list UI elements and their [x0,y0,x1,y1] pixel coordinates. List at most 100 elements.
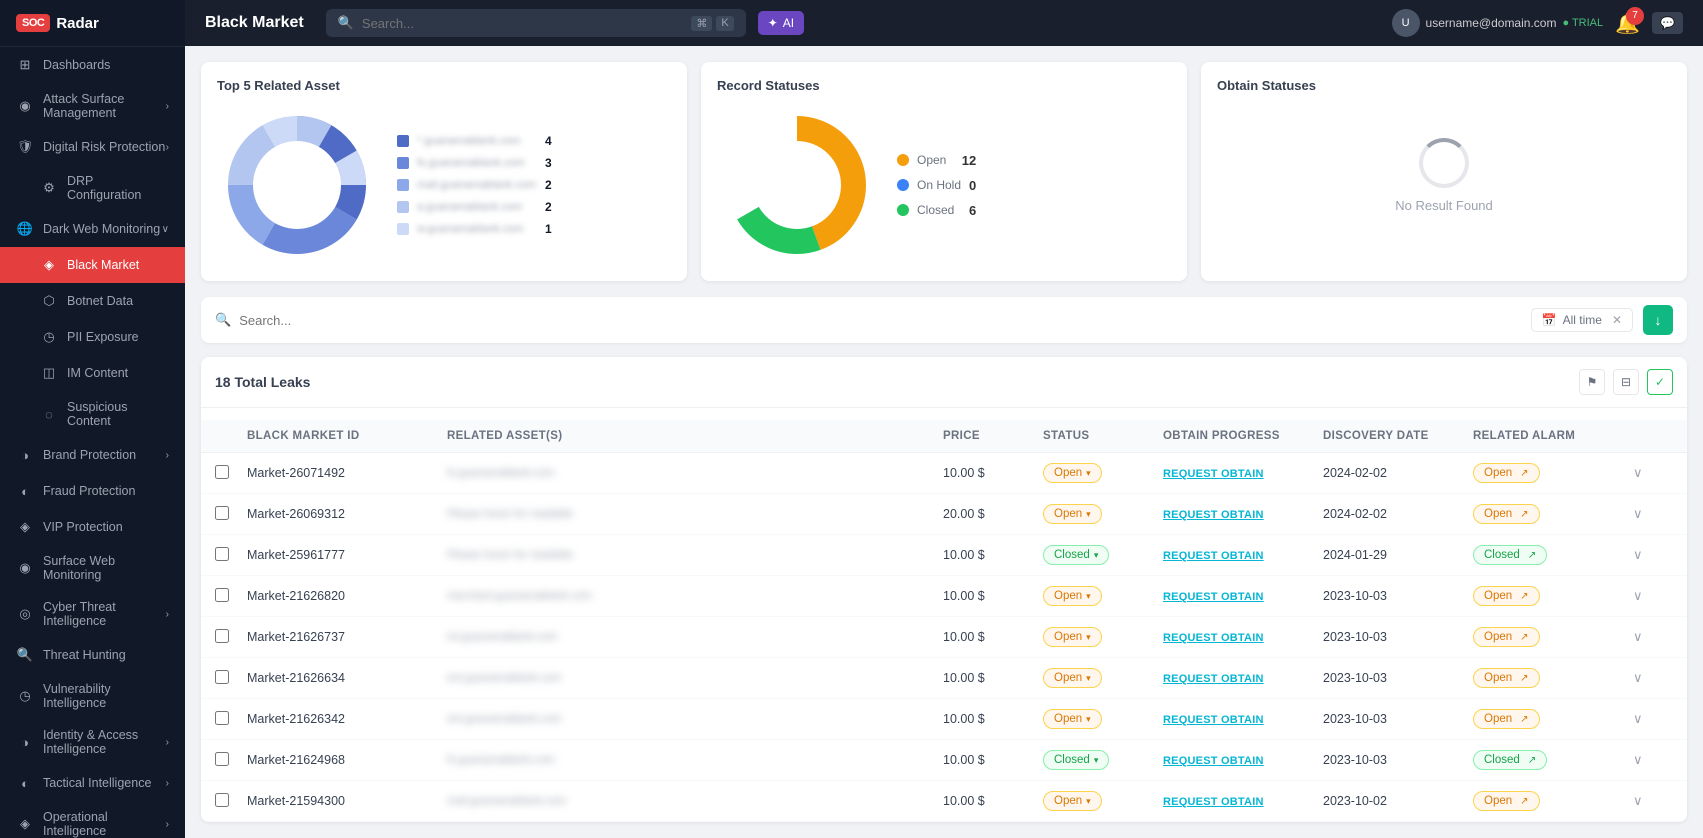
pii-icon: ◷ [40,328,58,346]
ai-button[interactable]: ✦ AI [758,11,804,35]
row-expand-btn[interactable]: ∨ [1633,588,1673,604]
row-obtain[interactable]: REQUEST OBTAIN [1163,753,1323,767]
legend-item-4: a.guanamablank.com 2 [397,200,552,214]
legend-label-1: *.guanamablank.com [417,135,537,147]
sidebar-item-label: Digital Risk Protection [43,140,165,154]
sidebar-item-label: Vulnerability Intelligence [43,682,169,710]
no-result-label: No Result Found [1395,198,1493,213]
legend-count-2: 3 [545,156,552,170]
row-obtain[interactable]: REQUEST OBTAIN [1163,507,1323,521]
row-obtain[interactable]: REQUEST OBTAIN [1163,589,1323,603]
row-checkbox[interactable] [215,547,247,564]
export-button[interactable]: ↓ [1643,305,1673,335]
sidebar-item-brand-protection[interactable]: ◑ Brand Protection › [0,437,185,473]
sidebar-item-dark-web[interactable]: 🌐 Dark Web Monitoring ∨ [0,211,185,247]
row-status[interactable]: Open ▾ [1043,586,1163,606]
row-checkbox[interactable] [215,629,247,646]
row-expand-btn[interactable]: ∨ [1633,547,1673,563]
row-obtain[interactable]: REQUEST OBTAIN [1163,548,1323,562]
row-alarm[interactable]: Open ↗ [1473,463,1633,483]
no-result-area: No Result Found [1217,105,1671,245]
chat-button[interactable]: 💬 [1652,12,1683,34]
sidebar-item-identity[interactable]: ◑ Identity & Access Intelligence › [0,719,185,765]
time-filter[interactable]: 📅 All time ✕ [1531,308,1633,332]
row-alarm[interactable]: Open ↗ [1473,668,1633,688]
row-alarm[interactable]: Closed ↗ [1473,545,1633,565]
row-date: 2023-10-03 [1323,671,1473,685]
row-obtain[interactable]: REQUEST OBTAIN [1163,630,1323,644]
row-expand-btn[interactable]: ∨ [1633,506,1673,522]
row-obtain[interactable]: REQUEST OBTAIN [1163,671,1323,685]
search-bar[interactable]: 🔍 ⌘ K [326,9,746,37]
sidebar-item-cyber-threat[interactable]: ◎ Cyber Threat Intelligence › [0,591,185,637]
row-obtain[interactable]: REQUEST OBTAIN [1163,794,1323,808]
row-obtain[interactable]: REQUEST OBTAIN [1163,712,1323,726]
sidebar-item-surface-web[interactable]: ◉ Surface Web Monitoring [0,545,185,591]
sidebar-item-digital-risk[interactable]: 🛡 Digital Risk Protection › [0,129,185,165]
check-action-btn[interactable]: ✓ [1647,369,1673,395]
row-status[interactable]: Open ▾ [1043,463,1163,483]
row-alarm[interactable]: Open ↗ [1473,709,1633,729]
columns-action-btn[interactable]: ⊟ [1613,369,1639,395]
row-checkbox[interactable] [215,465,247,482]
row-expand-btn[interactable]: ∨ [1633,629,1673,645]
sidebar-item-label: Attack Surface Management [43,92,166,120]
record-dot-open [897,154,909,166]
row-status[interactable]: Open ▾ [1043,668,1163,688]
row-alarm[interactable]: Open ↗ [1473,586,1633,606]
record-chart-area: Open 12 On Hold 0 Closed 6 [717,105,1171,265]
sidebar-item-dashboards[interactable]: ⊞ Dashboards [0,47,185,83]
sidebar-item-black-market[interactable]: ◈ Black Market [0,247,185,283]
row-status[interactable]: Open ▾ [1043,791,1163,811]
sidebar-item-pii[interactable]: ◷ PII Exposure [0,319,185,355]
row-price: 10.00 $ [943,630,1043,644]
sidebar-item-im-content[interactable]: ◫ IM Content [0,355,185,391]
sidebar-item-vuln[interactable]: ◷ Vulnerability Intelligence [0,673,185,719]
row-status[interactable]: Closed ▾ [1043,750,1163,770]
vip-icon: ◈ [16,518,34,536]
sidebar-item-threat-hunting[interactable]: 🔍 Threat Hunting [0,637,185,673]
sidebar-item-attack-surface[interactable]: ◉ Attack Surface Management › [0,83,185,129]
row-status[interactable]: Closed ▾ [1043,545,1163,565]
row-expand-btn[interactable]: ∨ [1633,465,1673,481]
row-status[interactable]: Open ▾ [1043,709,1163,729]
filter-action-btn[interactable]: ⚑ [1579,369,1605,395]
sidebar-item-tactical[interactable]: ◐ Tactical Intelligence › [0,765,185,801]
filter-search[interactable]: 🔍 [215,312,1521,328]
table-search-input[interactable] [239,313,1520,328]
web-icon: ◉ [16,559,34,577]
row-status[interactable]: Open ▾ [1043,627,1163,647]
row-alarm[interactable]: Closed ↗ [1473,750,1633,770]
row-checkbox[interactable] [215,506,247,523]
sidebar-item-fraud[interactable]: ◐ Fraud Protection [0,473,185,509]
sidebar-item-suspicious[interactable]: ◌ Suspicious Content [0,391,185,437]
row-checkbox[interactable] [215,752,247,769]
notification-area[interactable]: 🔔 7 [1615,11,1640,36]
row-expand-btn[interactable]: ∨ [1633,711,1673,727]
clear-icon[interactable]: ✕ [1612,313,1622,327]
row-checkbox[interactable] [215,670,247,687]
row-alarm[interactable]: Open ↗ [1473,627,1633,647]
row-expand-btn[interactable]: ∨ [1633,670,1673,686]
sidebar-item-operational[interactable]: ◈ Operational Intelligence › [0,801,185,838]
row-expand-btn[interactable]: ∨ [1633,752,1673,768]
sidebar-item-botnet[interactable]: ⬡ Botnet Data [0,283,185,319]
chevron-right-icon: › [166,778,169,789]
row-asset: Please hover for readable [447,549,943,561]
row-obtain[interactable]: REQUEST OBTAIN [1163,466,1323,480]
sidebar: SOC Radar ⊞ Dashboards ◉ Attack Surface … [0,0,185,838]
search-icon: 🔍 [215,312,231,328]
row-alarm[interactable]: Open ↗ [1473,791,1633,811]
row-checkbox[interactable] [215,711,247,728]
row-checkbox[interactable] [215,588,247,605]
col-price: Price [943,430,1043,442]
sidebar-item-label: Fraud Protection [43,484,135,498]
row-checkbox[interactable] [215,793,247,810]
row-id: Market-21624968 [247,753,447,767]
row-alarm[interactable]: Open ↗ [1473,504,1633,524]
sidebar-item-drp-config[interactable]: ⚙ DRP Configuration [0,165,185,211]
row-status[interactable]: Open ▾ [1043,504,1163,524]
search-input[interactable] [362,16,683,31]
sidebar-item-vip[interactable]: ◈ VIP Protection [0,509,185,545]
row-expand-btn[interactable]: ∨ [1633,793,1673,809]
